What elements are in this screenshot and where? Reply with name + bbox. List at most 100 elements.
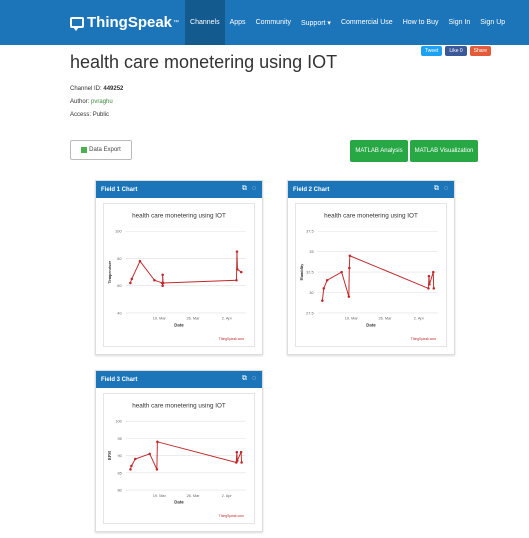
y-tick-label: 60 — [117, 283, 121, 288]
data-point — [340, 270, 343, 274]
data-point — [322, 287, 326, 290]
access-value: Public — [92, 112, 110, 118]
y-tick-label: 27.5 — [306, 310, 314, 315]
field-2-panel: Field 2 Chart ⧉ ◌ health care monetering … — [287, 180, 455, 355]
nav-how-to-buy[interactable]: How to Buy — [398, 0, 444, 45]
x-tick-label: 19. Mar — [345, 316, 359, 321]
x-axis-label: Date — [174, 323, 184, 328]
panel-title: Field 1 Chart — [101, 186, 138, 193]
series-line — [129, 251, 242, 286]
brand-name: ThingSpeak — [87, 14, 173, 31]
field-3-chart: health care monetering using IOT 100 95 90 8… — [103, 393, 255, 524]
data-point — [161, 281, 165, 285]
x-tick-label: 19. Mar — [153, 316, 167, 321]
comment-icon[interactable]: ◌ — [252, 375, 256, 383]
data-point — [235, 450, 239, 454]
data-point — [432, 270, 435, 274]
y-axis-label: Temperature — [107, 261, 112, 284]
x-tick-label: 26. Mar — [378, 316, 392, 321]
external-link-icon[interactable]: ⧉ — [242, 375, 247, 383]
x-tick-label: 2. Apr — [414, 316, 425, 321]
access-label: Access: — [70, 112, 92, 118]
y-tick-label: 37.5 — [306, 229, 314, 234]
data-point — [235, 278, 238, 282]
matlab-analysis-button[interactable]: MATLAB Analysis — [350, 140, 408, 162]
author-link[interactable]: pvraghu — [91, 99, 113, 105]
data-point — [235, 250, 239, 253]
x-tick-label: 26. Mar — [186, 316, 200, 321]
nav-community[interactable]: Community — [251, 0, 296, 45]
external-link-icon[interactable]: ⧉ — [434, 185, 439, 193]
y-tick-label: 80 — [117, 256, 121, 261]
data-point — [325, 278, 329, 282]
data-point — [156, 440, 159, 444]
data-point — [161, 284, 164, 287]
data-point — [240, 270, 243, 274]
chart-title: health care monetering using IOT — [132, 213, 226, 220]
data-point — [155, 468, 159, 471]
tweet-button[interactable]: Tweet — [420, 46, 443, 56]
share-button[interactable]: Share — [469, 46, 491, 56]
data-point — [134, 457, 137, 461]
x-axis-label: Date — [366, 323, 376, 328]
panel-header: Field 1 Chart ⧉ ◌ — [96, 181, 262, 198]
data-point — [347, 295, 351, 298]
external-link-icon[interactable]: ⧉ — [242, 185, 247, 193]
field-2-chart-svg: health care monetering using IOT 37.5 35 32… — [299, 213, 439, 341]
y-axis-label: Humidity — [299, 264, 304, 281]
channel-title: health care monetering using IOT — [70, 52, 338, 72]
chart-credit: ThingSpeak.com — [219, 514, 245, 518]
data-point — [432, 287, 436, 290]
data-point — [239, 450, 243, 454]
field-1-panel: Field 1 Chart ⧉ ◌ health care monetering … — [95, 180, 263, 355]
y-tick-label: 85 — [117, 470, 121, 475]
y-tick-label: 32.5 — [306, 270, 314, 275]
panel-header: Field 3 Chart ⧉ ◌ — [96, 371, 262, 388]
panel-title: Field 3 Chart — [101, 376, 138, 383]
y-tick-label: 100 — [115, 229, 121, 234]
field-2-chart: health care monetering using IOT 37.5 35 32… — [295, 203, 447, 347]
y-tick-label: 35 — [309, 249, 313, 254]
chart-title: health care monetering using IOT — [324, 213, 418, 220]
like-button[interactable]: Like 0 — [445, 46, 467, 56]
data-point — [153, 278, 156, 282]
field-3-panel: Field 3 Chart ⧉ ◌ health care monetering … — [95, 370, 263, 532]
field-1-chart: health care monetering using IOT 100 80 60 4… — [103, 203, 255, 347]
top-navbar: ThingSpeak ™ Channels Apps Community Supp… — [0, 0, 529, 45]
chart-credit: ThingSpeak.com — [219, 337, 245, 341]
channel-id-label: Channel ID: — [70, 86, 102, 92]
y-axis-label: BPM — [107, 451, 112, 460]
data-point — [240, 461, 243, 464]
data-point — [321, 299, 324, 302]
data-export-button[interactable]: Data Export — [70, 140, 132, 160]
y-tick-label: 100 — [115, 419, 121, 424]
x-tick-label: 2. Apr — [222, 493, 233, 498]
nav-sign-up[interactable]: Sign Up — [475, 0, 510, 45]
thingspeak-logo[interactable]: ThingSpeak ™ — [70, 14, 179, 31]
comment-icon[interactable]: ◌ — [444, 185, 448, 193]
data-point — [130, 277, 134, 281]
channel-id-value: 449252 — [103, 86, 124, 92]
nav-channels[interactable]: Channels — [185, 0, 225, 45]
share-buttons: Tweet Like 0 Share — [420, 46, 491, 56]
comment-icon[interactable]: ◌ — [252, 185, 256, 193]
author-label: Author: — [70, 99, 90, 105]
y-tick-label: 80 — [117, 487, 121, 492]
nav-apps[interactable]: Apps — [225, 0, 251, 45]
data-point — [148, 452, 151, 456]
export-icon — [81, 147, 88, 153]
nav-commercial-use[interactable]: Commercial Use — [336, 0, 398, 45]
data-point — [129, 468, 132, 471]
y-tick-label: 95 — [117, 436, 121, 441]
panel-title: Field 2 Chart — [293, 186, 330, 193]
data-point — [427, 287, 430, 290]
matlab-visualization-button[interactable]: MATLAB Visualization — [410, 140, 478, 162]
y-tick-label: 90 — [117, 453, 121, 458]
data-export-label: Data Export — [89, 147, 121, 153]
chart-title: health care monetering using IOT — [132, 403, 226, 410]
nav-support[interactable]: Support ▾ — [296, 0, 336, 45]
x-tick-label: 19. Mar — [153, 493, 167, 498]
nav-sign-in[interactable]: Sign In — [443, 0, 475, 45]
panel-header: Field 2 Chart ⧉ ◌ — [288, 181, 454, 198]
chart-credit: ThingSpeak.com — [411, 337, 437, 341]
